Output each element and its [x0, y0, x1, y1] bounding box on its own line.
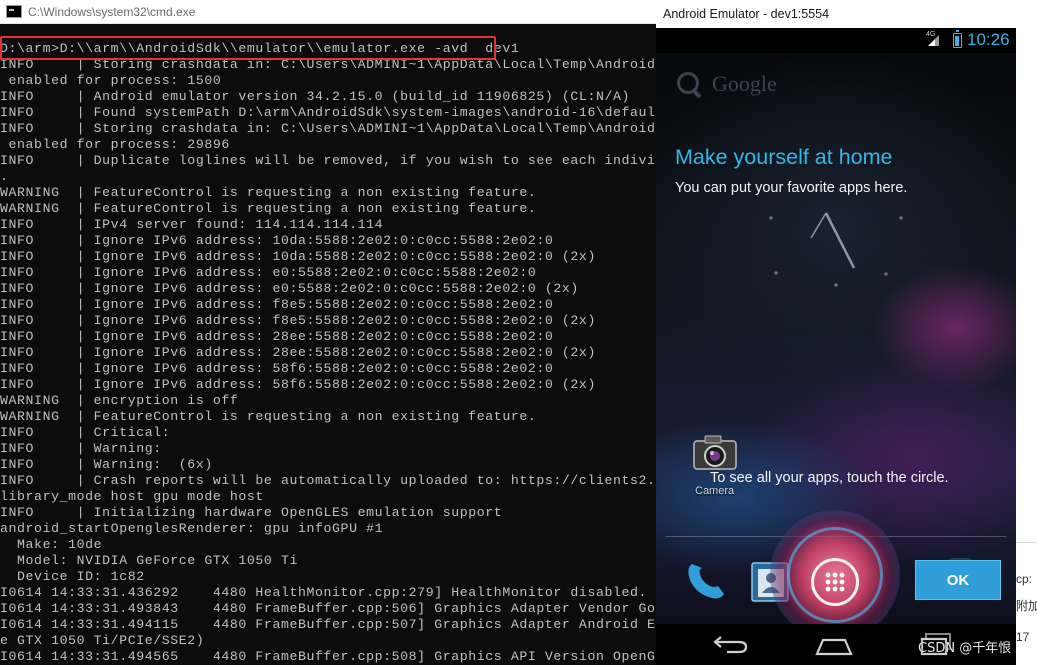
back-icon[interactable] [713, 633, 749, 655]
console-line: INFO | Duplicate loglines will be remove… [0, 153, 656, 168]
analog-clock-widget [769, 188, 903, 287]
ok-button[interactable]: OK [915, 560, 1001, 600]
console-line: android_startOpenglesRenderer: gpu infoG… [0, 521, 384, 536]
console-line: WARNING | FeatureControl is requesting a… [0, 185, 537, 200]
console-line: INFO | Ignore IPv6 address: f8e5:5588:2e… [0, 313, 596, 328]
strip-divider [1016, 542, 1037, 543]
signal-icon [928, 35, 939, 46]
search-icon [674, 69, 704, 99]
phone-icon[interactable] [682, 558, 730, 602]
console-line: INFO | Ignore IPv6 address: e0:5588:2e02… [0, 265, 537, 280]
console-line: e GTX 1050 Ti/PCIe/SSE2) [0, 633, 205, 648]
console-line: I0614 14:33:31.436292 4480 HealthMonitor… [0, 585, 648, 600]
console-line: WARNING | FeatureControl is requesting a… [0, 201, 537, 216]
cling-title: Make yourself at home [675, 145, 893, 169]
console-line: INFO | Found systemPath D:\arm\AndroidSd… [0, 105, 656, 120]
terminal-icon [6, 5, 22, 18]
console-line: INFO | Storing crashdata in: C:\Users\AD… [0, 121, 656, 136]
console-line: WARNING | FeatureControl is requesting a… [0, 409, 537, 424]
strip-text-1: cp: [1016, 572, 1033, 586]
emulator-window-title: Android Emulator - dev1:5554 [663, 7, 830, 21]
console-line: I0614 14:33:31.493843 4480 FrameBuffer.c… [0, 601, 656, 616]
console-line: . [0, 169, 9, 184]
console-line: INFO | Ignore IPv6 address: 58f6:5588:2e… [0, 361, 554, 376]
battery-icon [953, 30, 962, 48]
console-line: Make: 10de [0, 537, 103, 552]
console-line: I0614 14:33:31.494565 4480 FrameBuffer.c… [0, 649, 656, 664]
console-line: enabled for process: 29896 [0, 137, 230, 152]
console-line: INFO | Ignore IPv6 address: 58f6:5588:2e… [0, 377, 596, 392]
console-line: INFO | Warning: (6x) [0, 457, 213, 472]
console-output[interactable]: D:\arm>D:\\arm\\AndroidSdk\\emulator\\em… [0, 41, 656, 665]
camera-icon [693, 435, 737, 470]
console-line: INFO | Storing crashdata in: C:\Users\AD… [0, 57, 656, 72]
console-line: library_mode host gpu mode host [0, 489, 264, 504]
console-line: INFO | Ignore IPv6 address: 10da:5588:2e… [0, 249, 596, 264]
console-line: INFO | Ignore IPv6 address: f8e5:5588:2e… [0, 297, 554, 312]
console-line: INFO | Initializing hardware OpenGLES em… [0, 505, 503, 520]
strip-text-3: 17 [1016, 630, 1030, 644]
google-search-bar[interactable]: Google [674, 69, 777, 99]
cmd-titlebar[interactable]: C:\Windows\system32\cmd.exe [0, 0, 656, 24]
google-search-label: Google [712, 71, 777, 96]
cling-subtitle: You can put your favorite apps here. [675, 180, 908, 196]
camera-label: Camera [695, 485, 735, 497]
background-window-strip[interactable] [1016, 0, 1037, 665]
emulator-window[interactable]: Android Emulator - dev1:5554 4G 10:26 Go… [656, 0, 1016, 665]
all-apps-button[interactable] [811, 558, 859, 606]
csdn-watermark: CSDN @千年恨 [918, 641, 1012, 656]
android-screen[interactable]: 4G 10:26 Google Make yourself at home Yo… [656, 28, 1016, 665]
cmd-window-title: C:\Windows\system32\cmd.exe [28, 4, 196, 19]
status-clock: 10:26 [967, 30, 1010, 49]
all-apps-icon [825, 572, 845, 592]
console-line: INFO | IPv4 server found: 114.114.114.11… [0, 217, 384, 232]
cmd-window[interactable]: C:\Windows\system32\cmd.exe D:\arm>D:\\a… [0, 0, 656, 665]
console-line: Model: NVIDIA GeForce GTX 1050 Ti [0, 553, 298, 568]
console-line: I0614 14:33:31.494115 4480 FrameBuffer.c… [0, 617, 656, 632]
console-line: INFO | Ignore IPv6 address: 28ee:5588:2e… [0, 345, 596, 360]
console-line: Device ID: 1c82 [0, 569, 145, 584]
console-line: INFO | Crash reports will be automatical… [0, 473, 656, 488]
console-line: D:\arm>D:\\arm\\AndroidSdk\\emulator\\em… [0, 41, 520, 56]
console-line: INFO | Warning: [0, 441, 162, 456]
console-line: INFO | Ignore IPv6 address: 10da:5588:2e… [0, 233, 554, 248]
console-line: INFO | Ignore IPv6 address: 28ee:5588:2e… [0, 329, 554, 344]
console-line: INFO | Critical: [0, 425, 171, 440]
console-line: enabled for process: 1500 [0, 73, 222, 88]
console-line: WARNING | encryption is off [0, 393, 239, 408]
strip-text-2: 附加 [1016, 599, 1037, 613]
status-bar[interactable]: 4G 10:26 [656, 28, 1016, 53]
home-icon[interactable] [814, 634, 854, 656]
apps-hint-text: To see all your apps, touch the circle. [710, 470, 949, 486]
emulator-titlebar[interactable]: Android Emulator - dev1:5554 [656, 0, 1016, 28]
console-line: INFO | Ignore IPv6 address: e0:5588:2e02… [0, 281, 579, 296]
console-line: INFO | Android emulator version 34.2.15.… [0, 89, 631, 104]
